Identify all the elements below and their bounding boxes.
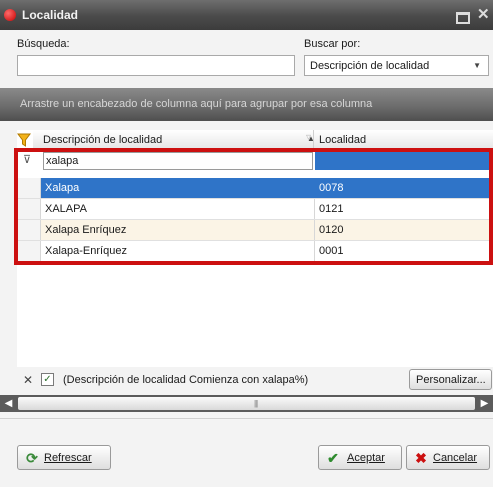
maximize-icon[interactable] (455, 9, 470, 24)
accept-label: Aceptar (347, 452, 385, 464)
row-indicator[interactable] (17, 199, 41, 219)
table-row[interactable]: Xalapa-Enríquez 0001 (17, 241, 493, 262)
refresh-icon: ⟳ (26, 450, 38, 466)
window-title: Localidad (22, 8, 79, 22)
filter-funnel-icon[interactable] (17, 133, 31, 147)
column-header-localidad-label: Localidad (319, 134, 367, 146)
cell-localidad: 0001 (319, 245, 344, 257)
chevron-down-icon[interactable]: ▼ (473, 61, 481, 70)
column-header-descripcion-label: Descripción de localidad (43, 134, 163, 146)
search-input[interactable] (17, 55, 295, 76)
search-label: Búsqueda: (17, 38, 70, 50)
group-by-hint: Arrastre un encabezado de columna aquí p… (20, 98, 373, 110)
close-icon[interactable]: ✕ (477, 5, 490, 23)
cancel-label: Cancelar (433, 452, 478, 464)
row-indicator[interactable] (17, 178, 41, 198)
table-row[interactable]: Xalapa Enríquez 0120 (17, 220, 493, 241)
search-by-value: Descripción de localidad (310, 60, 430, 72)
cell-localidad: 0120 (319, 224, 344, 236)
cell-descripcion: Xalapa (45, 182, 80, 194)
group-by-panel[interactable]: Arrastre un encabezado de columna aquí p… (0, 88, 493, 121)
refresh-button[interactable]: ⟳ Refrescar (17, 445, 111, 470)
clear-filter-icon[interactable]: ✕ (23, 373, 33, 387)
table-row[interactable]: Xalapa 0078 (17, 178, 493, 199)
cell-descripcion: XALAPA (45, 203, 87, 215)
scroll-right-icon[interactable]: ▶ (476, 395, 493, 412)
search-by-select[interactable]: Descripción de localidad ▼ (304, 55, 489, 76)
table-row[interactable]: XALAPA 0121 (17, 199, 493, 220)
footer-divider (0, 418, 493, 419)
checkmark-icon: ✔ (327, 450, 339, 466)
cancel-x-icon: ✖ (415, 450, 427, 466)
column-filter-icon[interactable]: ▿ (306, 132, 311, 143)
refresh-label: Refrescar (44, 452, 92, 464)
customize-filter-label: Personalizar... (416, 374, 486, 386)
filter-status-bar: ✕ ✓ (Descripción de localidad Comienza c… (17, 367, 493, 393)
filter-enabled-checkbox[interactable]: ✓ (41, 373, 54, 386)
column-header-localidad[interactable]: ▿ Localidad (306, 130, 493, 150)
cell-descripcion: Xalapa-Enríquez (45, 245, 127, 257)
localidad-grid: Descripción de localidad ▲ ▿ Localidad ⊽… (17, 130, 493, 367)
scrollbar-thumb[interactable]: ||| (18, 397, 475, 410)
filter-row: ⊽ xalapa (17, 150, 493, 172)
cell-descripcion: Xalapa Enríquez (45, 224, 127, 236)
cancel-button[interactable]: ✖ Cancelar (406, 445, 490, 470)
customize-filter-button[interactable]: Personalizar... (409, 369, 492, 390)
cell-localidad: 0078 (319, 182, 344, 194)
localidad-dialog: Localidad ✕ Búsqueda: Buscar por: Descri… (0, 0, 493, 487)
filter-row-icon: ⊽ (23, 154, 32, 166)
row-indicator[interactable] (17, 241, 41, 261)
grip-icon: ||| (254, 399, 258, 408)
filter-description: (Descripción de localidad Comienza con x… (63, 374, 309, 386)
cell-localidad: 0121 (319, 203, 344, 215)
title-bar[interactable]: Localidad ✕ (0, 0, 493, 30)
app-icon (4, 9, 16, 21)
scroll-left-icon[interactable]: ◀ (0, 395, 17, 412)
accept-button[interactable]: ✔ Aceptar (318, 445, 402, 470)
filter-input-localidad[interactable] (315, 152, 493, 170)
row-indicator[interactable] (17, 220, 41, 240)
horizontal-scrollbar[interactable]: ◀ ||| ▶ (0, 395, 493, 412)
column-header-descripcion[interactable]: Descripción de localidad ▲ (33, 130, 315, 150)
filter-input-descripcion[interactable]: xalapa (43, 152, 313, 170)
search-by-label: Buscar por: (304, 38, 361, 50)
